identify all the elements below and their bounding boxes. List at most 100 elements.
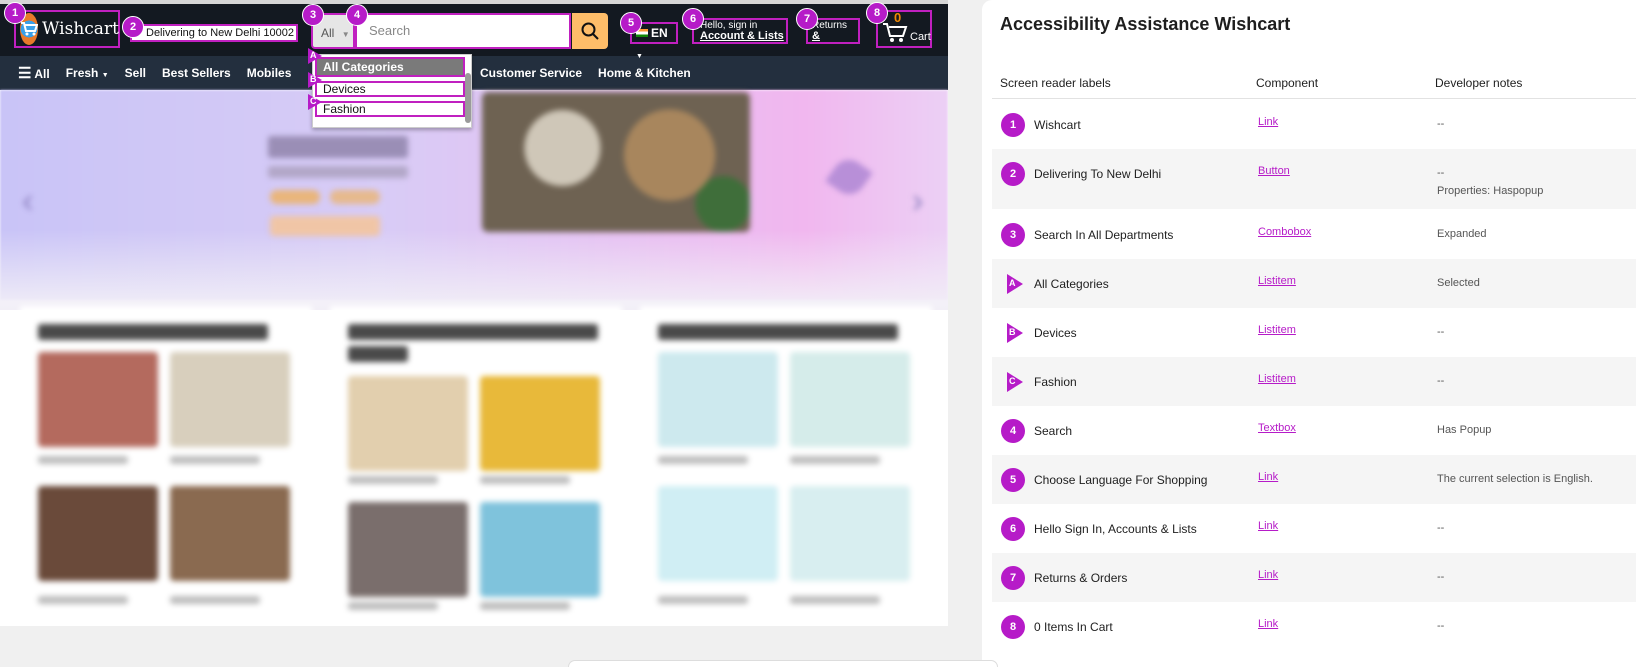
card-caption (170, 456, 260, 464)
cart-label: Cart (910, 31, 931, 43)
column-header-component: Component (1256, 76, 1319, 90)
card-thumb (658, 486, 778, 581)
row-component-link[interactable]: Listitem (1258, 324, 1296, 336)
row-note-detail: Properties: Haspopup (1437, 185, 1544, 197)
account-lists-label: Account & Lists (700, 30, 784, 42)
row-marker: 5 (1001, 468, 1025, 492)
table-row: 4 Search Textbox Has Popup (992, 406, 1636, 455)
card-thumb (658, 352, 778, 447)
card-caption (348, 476, 438, 484)
hero-headline (268, 136, 408, 158)
card-caption (480, 476, 570, 484)
table-row: C Fashion Listitem -- (992, 357, 1636, 406)
card-thumb (480, 502, 600, 597)
row-component-link[interactable]: Link (1258, 520, 1278, 532)
card-caption (38, 456, 128, 464)
account-link[interactable]: Hello, sign in Account & Lists (692, 18, 788, 44)
card-thumb (38, 352, 158, 447)
card-thumb (790, 486, 910, 581)
orders-label: & Orders (812, 30, 848, 43)
row-note: -- (1437, 167, 1445, 179)
row-label: Devices (1034, 326, 1077, 340)
cart-icon (883, 23, 908, 42)
accessibility-panel: Accessibility Assistance Wishcart Screen… (982, 0, 1636, 667)
dropdown-scrollbar[interactable] (465, 73, 471, 123)
row-marker: 1 (1001, 113, 1025, 137)
nav-menu-right: Customer Service Home & Kitchen (480, 56, 691, 90)
row-note: Selected (1437, 277, 1480, 289)
product-card (20, 306, 312, 620)
row-label: 0 Items In Cart (1034, 620, 1113, 634)
search-button[interactable] (572, 13, 608, 49)
nav-item-label: Fresh (65, 66, 99, 80)
column-header-notes: Developer notes (1435, 76, 1523, 90)
hero-subline (268, 166, 408, 178)
table-row: 6 Hello Sign In, Accounts & Lists Link -… (992, 504, 1636, 553)
annotation-marker: 5 (620, 12, 642, 34)
row-marker-letter: A (1009, 278, 1016, 288)
row-component-link[interactable]: Textbox (1258, 422, 1296, 434)
annotation-letter: C (310, 96, 317, 106)
header-divider (992, 98, 1636, 99)
dropdown-item-fashion[interactable]: Fashion (315, 101, 465, 117)
card-caption (658, 596, 748, 604)
table-row: 3 Search In All Departments Combobox Exp… (992, 210, 1636, 259)
nav-item-all[interactable]: ☰ All (18, 64, 50, 82)
row-component-link[interactable]: Link (1258, 618, 1278, 630)
dropdown-item-all-categories[interactable]: All Categories (315, 57, 465, 77)
row-note: -- (1437, 620, 1445, 632)
category-dropdown: All Categories Devices Fashion (312, 54, 472, 128)
delivering-button[interactable]: Delivering to New Delhi 10002 (130, 24, 298, 42)
logo-link[interactable]: Wishcart (14, 10, 120, 48)
row-label: Choose Language For Shopping (1034, 473, 1208, 487)
dropdown-item-devices[interactable]: Devices (315, 81, 465, 97)
row-component-link[interactable]: Combobox (1258, 226, 1311, 238)
table-row: A All Categories Listitem Selected (992, 259, 1636, 308)
annotation-marker: 2 (122, 16, 144, 38)
card-thumb (170, 486, 290, 581)
row-label: Wishcart (1034, 118, 1081, 132)
bottom-toolbar (568, 660, 998, 667)
row-marker: 4 (1001, 419, 1025, 443)
row-component-link[interactable]: Listitem (1258, 373, 1296, 385)
card-caption (348, 602, 438, 610)
nav-item-fresh[interactable]: Fresh ▼ (66, 66, 109, 80)
row-note: Expanded (1437, 228, 1487, 240)
row-note: -- (1437, 375, 1445, 387)
row-marker: 7 (1001, 566, 1025, 590)
row-marker: 6 (1001, 517, 1025, 541)
card-title (38, 324, 268, 340)
annotation-marker: 4 (346, 4, 368, 26)
row-component-link[interactable]: Link (1258, 569, 1278, 581)
hero-chip (270, 190, 320, 204)
row-note: -- (1437, 118, 1445, 130)
row-component-link[interactable]: Button (1258, 165, 1290, 177)
card-thumb (170, 352, 290, 447)
product-card (330, 306, 622, 620)
table-row: 5 Choose Language For Shopping Link The … (992, 455, 1636, 504)
row-marker-letter: B (1009, 327, 1016, 337)
row-component-link[interactable]: Link (1258, 471, 1278, 483)
nav-item-home-kitchen[interactable]: Home & Kitchen (598, 66, 691, 80)
search-input[interactable]: Search (355, 13, 571, 49)
card-caption (38, 596, 128, 604)
card-title (658, 324, 898, 340)
row-label: All Categories (1034, 277, 1109, 291)
annotation-marker: 1 (4, 2, 26, 24)
card-caption (658, 456, 748, 464)
row-component-link[interactable]: Listitem (1258, 275, 1296, 287)
row-component-link[interactable]: Link (1258, 116, 1278, 128)
nav-item-customer-service[interactable]: Customer Service (480, 66, 582, 80)
annotation-marker: 3 (302, 4, 324, 26)
column-header-labels: Screen reader labels (1000, 76, 1111, 90)
row-label: Hello Sign In, Accounts & Lists (1034, 522, 1197, 536)
annotation-marker: 7 (796, 8, 818, 30)
card-thumb (38, 486, 158, 581)
row-note: Has Popup (1437, 424, 1492, 436)
nav-item-best-sellers[interactable]: Best Sellers (162, 66, 231, 80)
nav-item-mobiles[interactable]: Mobiles (247, 66, 292, 80)
nav-item-sell[interactable]: Sell (125, 66, 146, 80)
row-label: Returns & Orders (1034, 571, 1128, 585)
chevron-down-icon: ▼ (101, 72, 109, 79)
nav-item-label: All (34, 67, 50, 81)
